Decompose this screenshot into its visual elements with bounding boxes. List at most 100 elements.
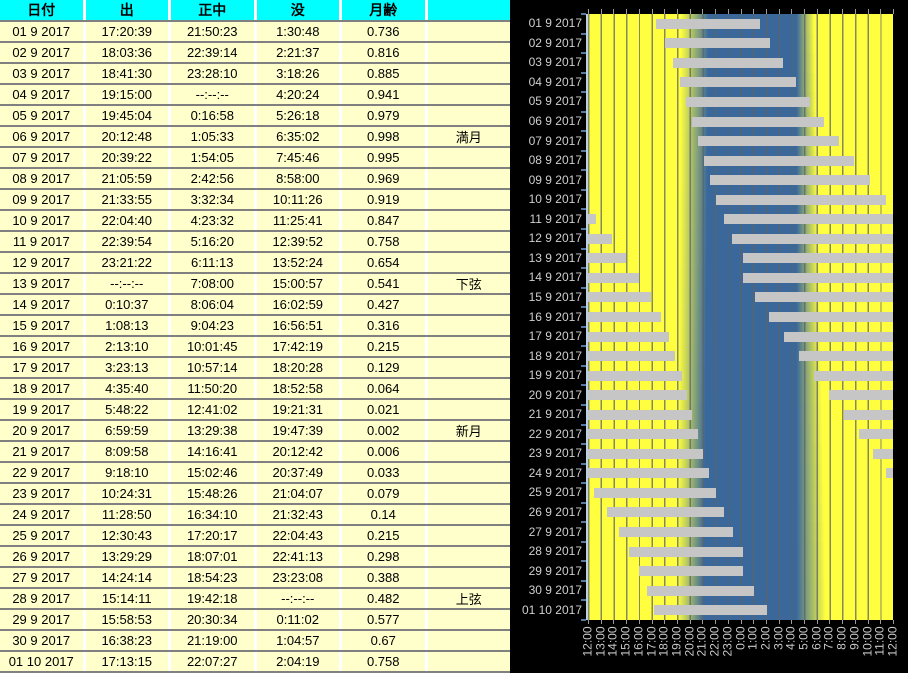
time-axis-label: 4:00 — [783, 626, 798, 650]
table-row: 18 9 2017 4:35:40 11:50:20 18:52:58 0.064 — [0, 379, 510, 400]
set-cell: 22:41:13 — [256, 547, 342, 566]
age-cell: 0.969 — [342, 169, 428, 188]
date-axis-label: 16 9 2017 — [528, 309, 582, 324]
rise-cell: 12:30:43 — [85, 526, 171, 545]
table-row: 28 9 2017 15:14:11 19:42:18 --:--:-- 0.482 上弦 — [0, 589, 510, 610]
row-tick — [581, 403, 586, 406]
transit-cell: 18:54:23 — [171, 568, 257, 587]
phase-cell — [427, 337, 510, 356]
phase-cell — [427, 379, 510, 398]
table-row: 01 9 2017 17:20:39 21:50:23 1:30:48 0.736 — [0, 22, 510, 43]
hour-tick-bottom — [588, 620, 589, 624]
row-tick — [581, 130, 586, 133]
header-phase — [427, 0, 510, 20]
row-tick — [581, 540, 586, 543]
table-row: 12 9 2017 23:21:22 6:11:13 13:52:24 0.654 — [0, 253, 510, 274]
phase-cell — [427, 106, 510, 125]
time-axis-label: 10:00 — [860, 626, 875, 657]
date-cell: 08 9 2017 — [0, 169, 86, 188]
moon-up-bar — [783, 331, 893, 342]
moon-up-bar — [655, 18, 760, 29]
time-axis-label: 3:00 — [771, 626, 786, 650]
time-axis-label: 12:00 — [885, 626, 900, 657]
set-cell: 7:45:46 — [256, 148, 342, 167]
hour-tick-bottom — [816, 620, 818, 624]
age-cell: 0.482 — [342, 589, 428, 608]
rise-cell: 17:20:39 — [85, 22, 171, 41]
table-row: 13 9 2017 --:--:-- 7:08:00 15:00:57 0.541 下弦 — [0, 274, 510, 295]
rise-cell: 14:24:14 — [85, 568, 171, 587]
time-axis-label: 11:00 — [872, 626, 887, 656]
phase-cell — [427, 505, 510, 524]
hour-tick-bottom — [676, 620, 678, 624]
table-row: 27 9 2017 14:24:14 18:54:23 23:23:08 0.388 — [0, 568, 510, 589]
rise-cell: 13:29:29 — [85, 547, 171, 566]
date-axis-label: 08 9 2017 — [528, 153, 582, 168]
time-axis-label: 21:00 — [694, 626, 709, 657]
rise-cell: 19:45:04 — [85, 106, 171, 125]
row-tick — [581, 462, 586, 465]
moon-up-bar — [588, 331, 669, 342]
date-axis-label: 25 9 2017 — [528, 485, 582, 500]
time-axis-label: 2:00 — [758, 626, 773, 650]
row-tick — [581, 364, 586, 367]
row-tick — [581, 208, 586, 211]
transit-cell: 2:42:56 — [171, 169, 257, 188]
date-axis-label: 27 9 2017 — [528, 524, 582, 539]
age-cell: 0.941 — [342, 85, 428, 104]
set-cell: 2:04:19 — [256, 652, 342, 671]
time-axis-label: 15:00 — [618, 626, 633, 657]
date-cell: 23 9 2017 — [0, 484, 86, 503]
moon-up-bar — [829, 390, 893, 401]
time-axis-label: 13:00 — [593, 626, 608, 657]
age-cell: 0.816 — [342, 43, 428, 62]
set-cell: 21:32:43 — [256, 505, 342, 524]
set-cell: 12:39:52 — [256, 232, 342, 251]
transit-cell: 1:05:33 — [171, 127, 257, 146]
date-cell: 20 9 2017 — [0, 421, 86, 440]
row-tick — [581, 560, 586, 563]
age-cell: 0.758 — [342, 232, 428, 251]
age-cell: 0.14 — [342, 505, 428, 524]
moon-up-bar — [588, 409, 693, 420]
date-axis-label: 14 9 2017 — [528, 270, 582, 285]
rise-cell: 2:13:10 — [85, 337, 171, 356]
age-cell: 0.129 — [342, 358, 428, 377]
phase-cell — [427, 484, 510, 503]
age-cell: 0.541 — [342, 274, 428, 293]
row-tick — [581, 267, 586, 270]
hour-tick-bottom — [651, 620, 653, 624]
transit-cell: 4:23:32 — [171, 211, 257, 230]
row-tick — [581, 599, 586, 602]
rise-cell: 18:41:30 — [85, 64, 171, 83]
moon-up-bar — [588, 390, 687, 401]
table-row: 24 9 2017 11:28:50 16:34:10 21:32:43 0.14 — [0, 505, 510, 526]
transit-cell: 15:02:46 — [171, 463, 257, 482]
rise-cell: 10:24:31 — [85, 484, 171, 503]
rise-cell: 15:58:53 — [85, 610, 171, 629]
moon-up-bar — [742, 253, 893, 264]
age-cell: 0.758 — [342, 652, 428, 671]
date-axis-label: 11 9 2017 — [529, 211, 583, 226]
table-row: 29 9 2017 15:58:53 20:30:34 0:11:02 0.577 — [0, 610, 510, 631]
moon-up-bar — [798, 351, 893, 362]
age-cell: 0.064 — [342, 379, 428, 398]
age-cell: 0.215 — [342, 337, 428, 356]
moon-up-bar — [703, 155, 855, 166]
rise-cell: 21:33:55 — [85, 190, 171, 209]
date-axis-label: 24 9 2017 — [528, 465, 582, 480]
phase-cell — [427, 64, 510, 83]
transit-cell: --:--:-- — [171, 85, 257, 104]
row-tick — [581, 52, 586, 55]
phase-cell: 新月 — [427, 421, 510, 440]
date-axis-label: 23 9 2017 — [528, 446, 582, 461]
row-tick — [581, 325, 586, 328]
rise-cell: 23:21:22 — [85, 253, 171, 272]
date-cell: 30 9 2017 — [0, 631, 86, 650]
row-tick — [581, 579, 586, 582]
moon-up-bar — [692, 116, 825, 127]
transit-cell: 12:41:02 — [171, 400, 257, 419]
age-cell: 0.654 — [342, 253, 428, 272]
set-cell: 1:30:48 — [256, 22, 342, 41]
hour-tick-bottom — [689, 620, 691, 624]
